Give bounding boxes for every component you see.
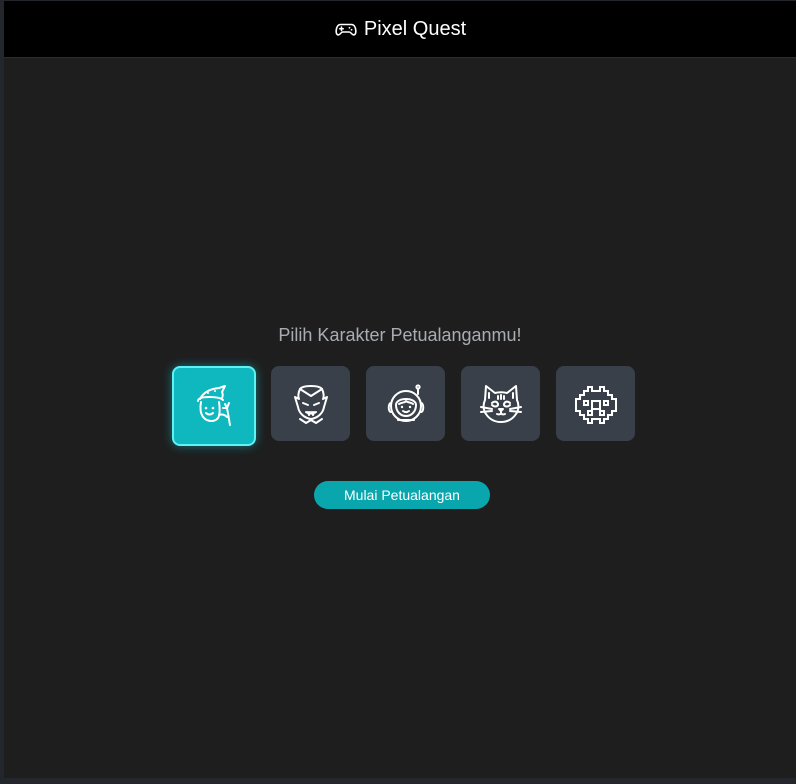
character-option-vampire[interactable] bbox=[271, 366, 350, 441]
start-adventure-button[interactable]: Mulai Petualangan bbox=[314, 481, 490, 509]
character-option-astronaut[interactable] bbox=[366, 366, 445, 441]
gamepad-icon bbox=[334, 17, 358, 41]
vampire-icon bbox=[293, 384, 328, 424]
character-prompt: Pilih Karakter Petualanganmu! bbox=[278, 325, 522, 345]
space-invader-icon bbox=[574, 385, 617, 424]
astronaut-icon bbox=[387, 383, 424, 422]
app-title: Pixel Quest bbox=[363, 17, 467, 40]
app-frame: Pixel Quest Pilih Karakter Petualanganmu… bbox=[4, 1, 796, 778]
cat-icon bbox=[479, 384, 522, 423]
top-bar: Pixel Quest bbox=[4, 1, 796, 58]
wizard-icon bbox=[197, 385, 231, 426]
character-option-wizard[interactable] bbox=[172, 366, 256, 446]
character-option-cat[interactable] bbox=[461, 366, 540, 441]
character-option-space-invader[interactable] bbox=[556, 366, 635, 441]
character-selector bbox=[172, 366, 635, 446]
